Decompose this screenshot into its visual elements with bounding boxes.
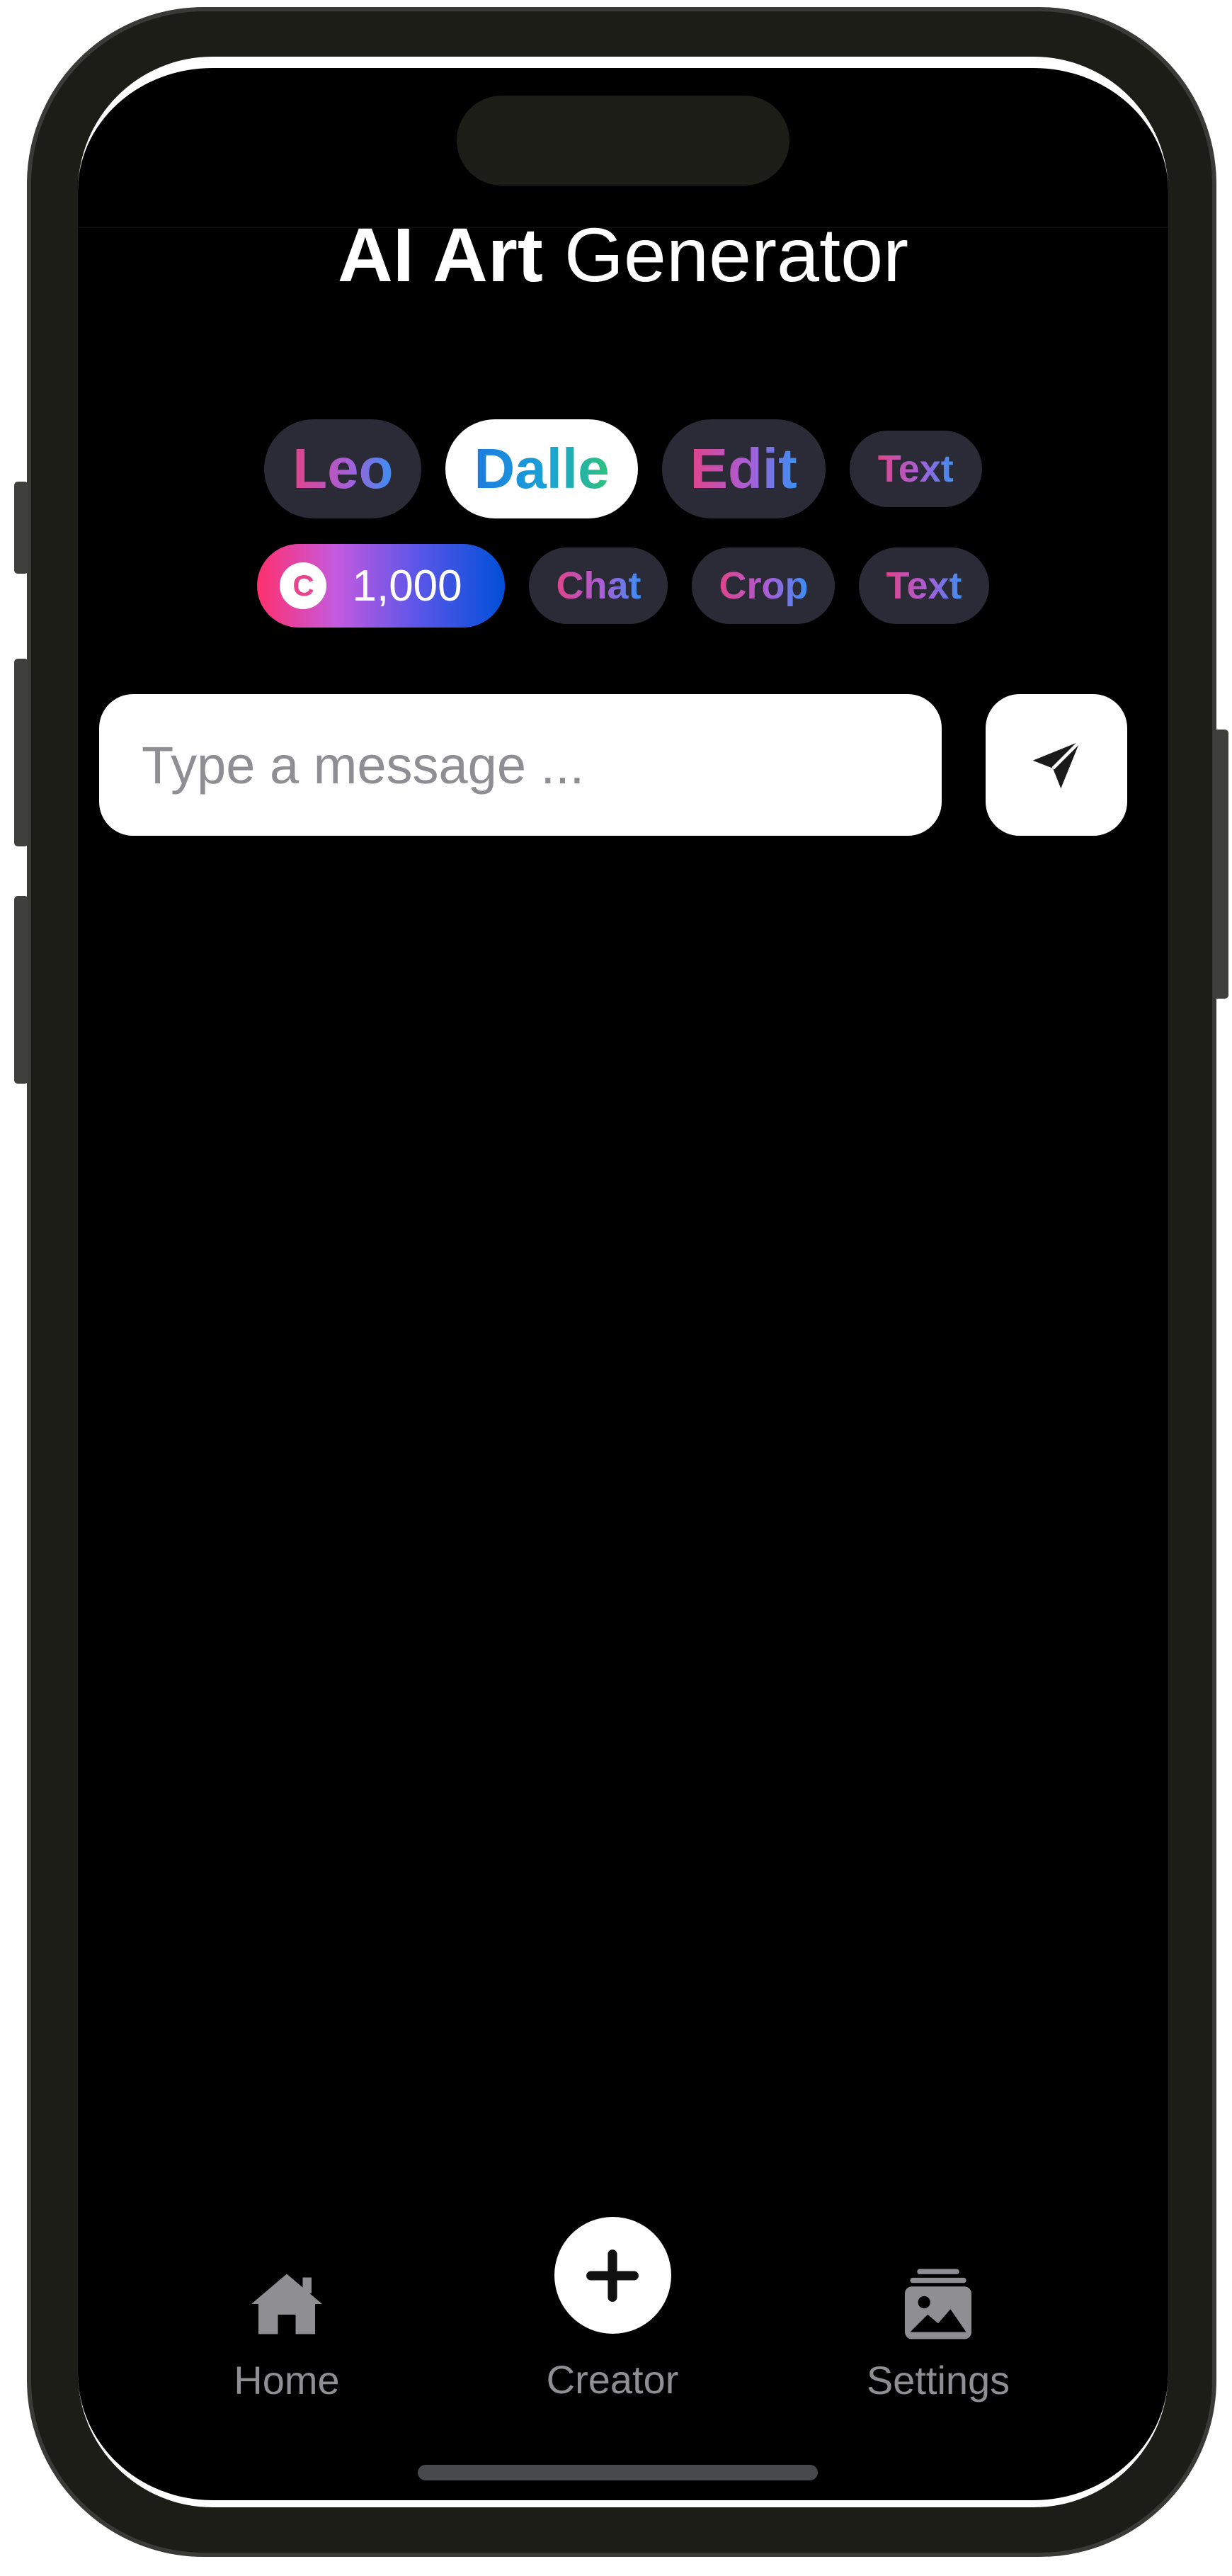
- tab-settings[interactable]: Settings: [835, 2256, 1041, 2403]
- tab-settings-label: Settings: [866, 2358, 1010, 2402]
- chip-edit[interactable]: Edit: [661, 419, 826, 518]
- send-button[interactable]: [986, 694, 1127, 836]
- plus-icon: [586, 2249, 639, 2302]
- chip-chat[interactable]: Chat: [529, 547, 668, 624]
- creator-button[interactable]: [554, 2217, 671, 2334]
- credits-badge[interactable]: C 1,000: [257, 544, 506, 628]
- power-button: [1213, 730, 1228, 999]
- credits-amount: 1,000: [352, 561, 462, 611]
- house-icon: [248, 2256, 326, 2351]
- tool-chip-row: C 1,000 Chat Crop Text: [78, 544, 1168, 628]
- tab-home[interactable]: Home: [198, 2256, 375, 2403]
- tab-home-label: Home: [234, 2358, 340, 2402]
- chip-label: Edit: [690, 437, 797, 500]
- chip-leo[interactable]: Leo: [264, 419, 422, 518]
- page-title: AI Art Generator: [78, 205, 1168, 305]
- dynamic-island: [457, 96, 789, 186]
- volume-down-button: [14, 896, 28, 1084]
- page-title-bold: AI Art: [337, 212, 543, 297]
- chip-text-tool[interactable]: Text: [859, 547, 989, 624]
- paper-plane-icon: [1032, 740, 1081, 789]
- chip-label: Crop: [719, 564, 809, 607]
- message-input[interactable]: [99, 694, 942, 836]
- page-title-light: Generator: [564, 212, 909, 297]
- model-chip-row: Leo Dalle Edit Text: [78, 419, 1168, 518]
- tab-creator[interactable]: Creator: [506, 2217, 719, 2402]
- photo-stack-icon: [901, 2256, 975, 2351]
- home-indicator[interactable]: [418, 2465, 818, 2480]
- chip-dalle[interactable]: Dalle: [445, 419, 638, 518]
- volume-up-button: [14, 659, 28, 846]
- chip-label: Text: [877, 448, 954, 490]
- tab-creator-label: Creator: [546, 2357, 679, 2402]
- chip-label: Dalle: [474, 437, 610, 500]
- chip-label: Text: [886, 564, 962, 607]
- chip-label: Leo: [292, 437, 394, 500]
- app-screen: AI Art Generator Leo Dalle Edit Text C 1…: [78, 57, 1168, 2507]
- coin-icon: C: [280, 562, 327, 609]
- silent-switch: [14, 482, 28, 574]
- chip-crop[interactable]: Crop: [692, 547, 835, 624]
- chip-text[interactable]: Text: [849, 431, 982, 507]
- chip-label: Chat: [556, 564, 641, 607]
